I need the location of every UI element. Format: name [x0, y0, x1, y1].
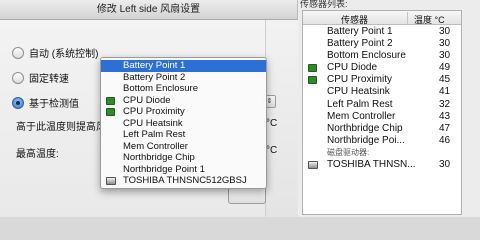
scrollbar-track[interactable] — [465, 10, 480, 215]
sensor-value: 49 — [439, 62, 451, 74]
sensor-name: Bottom Enclosure — [327, 50, 406, 62]
table-row[interactable]: Battery Point 1 30 — [303, 26, 461, 38]
column-header-temperature[interactable]: 温度 °C — [414, 13, 445, 26]
sensor-name: TOSHIBA THNSN... — [327, 159, 416, 171]
menu-item-label: Battery Point 1 — [123, 60, 186, 71]
table-row[interactable]: CPU Heatsink 41 — [303, 86, 461, 98]
sensor-name: CPU Diode — [327, 62, 378, 74]
sensor-name: Battery Point 2 — [327, 38, 393, 50]
sensor-name: Northbridge Poi... — [327, 134, 405, 146]
radio-button-fixed[interactable] — [12, 71, 24, 84]
section-label: 磁盘驱动器: — [327, 147, 370, 157]
radio-button-sensor-based[interactable] — [12, 96, 24, 109]
threshold-unit: °C — [266, 118, 278, 129]
menu-item-cpu-diode[interactable]: CPU Diode — [101, 95, 266, 107]
radio-auto-label: 自动 (系统控制) — [29, 49, 99, 60]
menu-item-label: Battery Point 2 — [123, 71, 186, 83]
menu-item-label: CPU Proximity — [123, 106, 185, 117]
menu-item-label: Northbridge Chip — [123, 152, 195, 163]
sensor-value: 45 — [439, 74, 451, 86]
radio-sensor-label: 基于检测值 — [29, 99, 79, 110]
menu-item-bottom-enclosure[interactable]: Bottom Enclosure — [101, 83, 266, 95]
chip-icon — [308, 76, 317, 85]
disk-section-header: 磁盘驱动器: — [303, 147, 461, 159]
column-divider — [407, 12, 408, 24]
radio-sensor-based[interactable]: 基于检测值 — [12, 95, 79, 110]
menu-item-label: CPU Heatsink — [123, 117, 183, 129]
radio-fixed-speed[interactable]: 固定转速 — [12, 70, 69, 85]
sensor-name: Battery Point 1 — [327, 26, 393, 37]
menu-item-cpu-heatsink[interactable]: CPU Heatsink — [101, 118, 266, 130]
menu-item-northbridge-chip[interactable]: Northbridge Chip — [101, 152, 266, 164]
menu-item-label: Mem Controller — [123, 140, 188, 152]
menu-item-mem-controller[interactable]: Mem Controller — [101, 141, 266, 153]
table-row[interactable]: CPU Diode 49 — [303, 62, 461, 74]
table-row[interactable]: TOSHIBA THNSN... 30 — [303, 159, 461, 171]
menu-item-battery-point-1[interactable]: Battery Point 1 — [101, 60, 266, 72]
menu-item-label: TOSHIBA THNSNC512GBSJ — [123, 175, 247, 186]
sensor-value: 30 — [439, 38, 451, 50]
menu-item-label: CPU Diode — [123, 94, 171, 106]
max-temp-label: 最高温度: — [16, 149, 59, 160]
chip-icon — [106, 96, 115, 105]
menu-item-toshiba-drive[interactable]: TOSHIBA THNSNC512GBSJ — [101, 175, 266, 187]
table-row[interactable]: Battery Point 2 30 — [303, 38, 461, 50]
table-row[interactable]: Left Palm Rest 32 — [303, 99, 461, 111]
table-row[interactable]: Mem Controller 43 — [303, 111, 461, 123]
chip-icon — [308, 64, 317, 73]
sensor-value: 30 — [439, 50, 451, 62]
menu-item-left-palm-rest[interactable]: Left Palm Rest — [101, 129, 266, 141]
sensor-name: CPU Heatsink — [327, 86, 390, 98]
radio-button-auto[interactable] — [12, 46, 24, 59]
table-row[interactable]: Northbridge Poi... 46 — [303, 135, 461, 147]
drive-icon — [106, 177, 116, 185]
column-header-sensor[interactable]: 传感器 — [341, 13, 368, 26]
sensor-rows: Battery Point 1 30 Battery Point 2 30 Bo… — [303, 26, 461, 171]
table-row[interactable]: CPU Proximity 45 — [303, 74, 461, 86]
menu-item-northbridge-point-1[interactable]: Northbridge Point 1 — [101, 164, 266, 176]
sensor-name: Mem Controller — [327, 110, 396, 122]
sensor-dropdown-menu[interactable]: Battery Point 1 Battery Point 2 Bottom E… — [100, 57, 267, 189]
sensor-name: Left Palm Rest — [327, 98, 393, 110]
chip-icon — [106, 108, 115, 116]
drive-icon — [308, 161, 318, 170]
menu-item-label: Left Palm Rest — [123, 129, 186, 140]
sensor-name: Northbridge Chip — [327, 122, 403, 134]
sensor-value: 30 — [439, 159, 451, 171]
threshold-label: 高于此温度则提高风 — [16, 122, 106, 133]
table-header: 传感器 温度 °C — [303, 11, 461, 25]
sensor-value: 46 — [439, 134, 451, 146]
menu-item-cpu-proximity[interactable]: CPU Proximity — [101, 106, 266, 118]
max-temp-unit: °C — [266, 145, 278, 156]
radio-fixed-label: 固定转速 — [29, 74, 69, 85]
sensor-value: 47 — [439, 122, 451, 134]
sensor-panel-title: 传感器列表: — [300, 0, 348, 9]
dialog-title: 修改 Left side 风扇设置 — [0, 0, 297, 20]
sensor-value: 30 — [439, 26, 451, 37]
menu-item-battery-point-2[interactable]: Battery Point 2 — [101, 72, 266, 84]
table-row[interactable]: Bottom Enclosure 30 — [303, 50, 461, 62]
sensor-table[interactable]: 传感器 温度 °C Battery Point 1 30 Battery Poi… — [302, 10, 462, 215]
sensor-value: 41 — [439, 86, 451, 98]
table-row[interactable]: Northbridge Chip 47 — [303, 123, 461, 135]
radio-auto[interactable]: 自动 (系统控制) — [12, 45, 98, 60]
sensor-name: CPU Proximity — [327, 74, 393, 86]
menu-item-label: Northbridge Point 1 — [123, 163, 205, 175]
sensor-value: 32 — [439, 98, 451, 110]
sensor-value: 43 — [439, 110, 451, 122]
menu-item-label: Bottom Enclosure — [123, 83, 198, 94]
